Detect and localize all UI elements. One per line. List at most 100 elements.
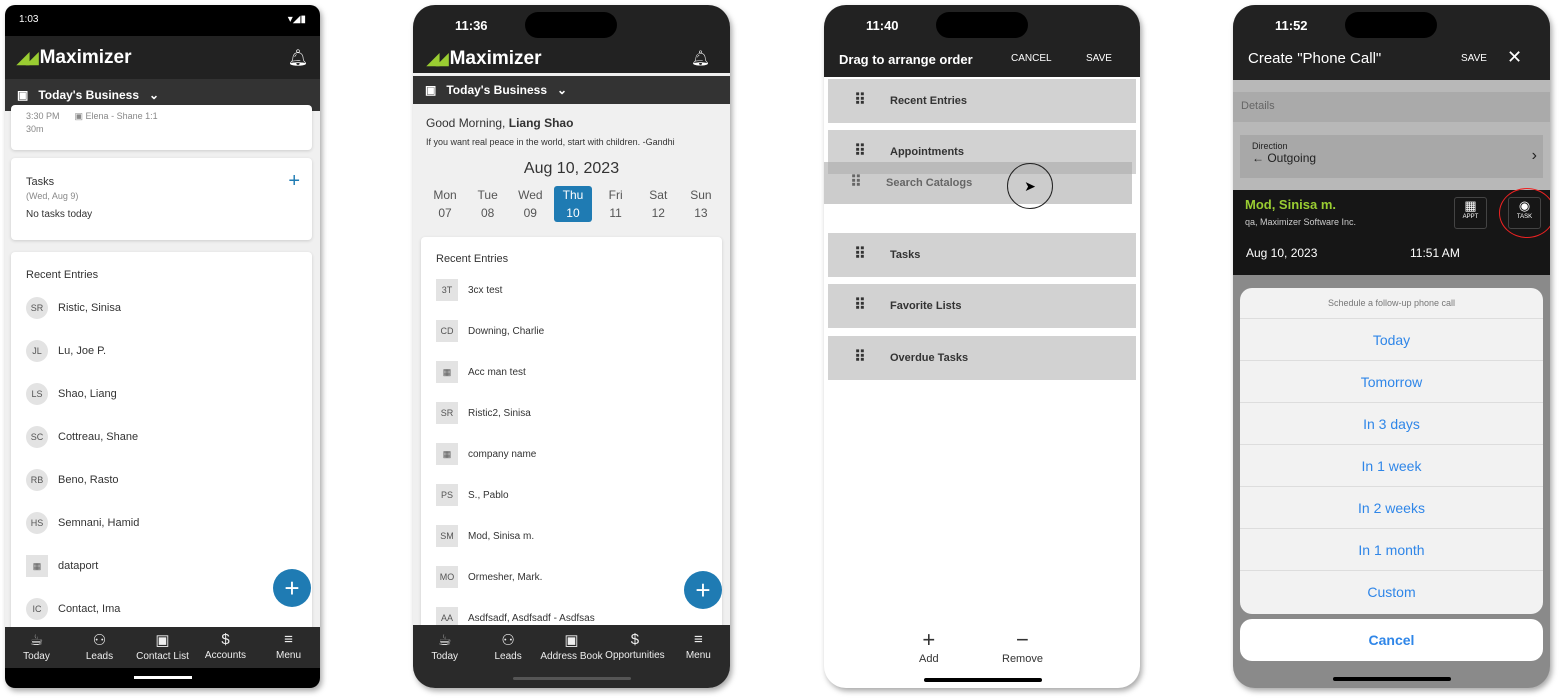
nav-leads[interactable]: ⚇ Leads	[68, 631, 131, 668]
list-item[interactable]: SC Cottreau, Shane	[26, 426, 138, 448]
dynamic-island	[525, 12, 617, 38]
list-item[interactable]: SR Ristic2, Sinisa	[436, 402, 531, 424]
current-date: Aug 10, 2023	[523, 160, 620, 177]
list-item[interactable]: JL Lu, Joe P.	[26, 340, 106, 362]
day-number: 10	[566, 206, 580, 220]
contact-name[interactable]: Mod, Sinisa m.	[1245, 197, 1336, 212]
list-item[interactable]: HS Semnani, Hamid	[26, 512, 139, 534]
day-tue[interactable]: Tue 08	[469, 186, 507, 222]
tasks-card: Tasks (Wed, Aug 9) No tasks today +	[11, 158, 312, 240]
entry-name: dataport	[58, 560, 99, 572]
nav-label: Menu	[685, 650, 711, 661]
day-fri[interactable]: Fri 11	[597, 186, 635, 222]
save-button[interactable]: SAVE	[1086, 53, 1112, 64]
list-item[interactable]: RB Beno, Rasto	[26, 469, 119, 491]
details-label: Details	[1233, 92, 1550, 122]
list-item[interactable]: ▦ Acc man test	[436, 361, 526, 383]
nav-today[interactable]: ☕︎ Today	[5, 631, 68, 668]
todays-business-dropdown[interactable]: ▣ Today's Business ⌄	[413, 76, 730, 104]
nav-today[interactable]: ☕︎ Today	[413, 631, 476, 688]
add-fab[interactable]: +	[273, 569, 311, 607]
option-today[interactable]: Today	[1240, 318, 1543, 360]
remove-button[interactable]: − Remove	[1002, 627, 1043, 665]
drag-handle-icon: ⠿	[854, 246, 866, 263]
nav-label: Accounts	[204, 650, 247, 661]
appt-button[interactable]: ▦ APPT	[1454, 197, 1487, 229]
cancel-button[interactable]: CANCEL	[1011, 53, 1052, 64]
option-in-1-week[interactable]: In 1 week	[1240, 444, 1543, 486]
arrange-item[interactable]: ⠿ Tasks	[828, 233, 1136, 277]
nav-menu[interactable]: ≡ Menu	[257, 631, 320, 668]
entry-name: Contact, Ima	[58, 603, 121, 615]
arrange-item[interactable]: ⠿ Favorite Lists	[828, 284, 1136, 328]
avatar: PS	[436, 484, 458, 506]
list-item[interactable]: ▦ dataport	[26, 555, 98, 577]
list-item[interactable]: CD Downing, Charlie	[436, 320, 544, 342]
dynamic-island	[936, 12, 1028, 38]
option-tomorrow[interactable]: Tomorrow	[1240, 360, 1543, 402]
list-item[interactable]: SR Ristic, Sinisa	[26, 297, 121, 319]
add-button[interactable]: + Add	[919, 627, 939, 665]
nav-icon: $	[221, 631, 230, 648]
avatar: ▦	[436, 443, 458, 465]
nav-label: Contact List	[136, 651, 189, 662]
chevron-down-icon: ⌄	[149, 88, 160, 102]
entry-name: Ristic, Sinisa	[58, 302, 121, 314]
day-name: Wed	[518, 188, 543, 202]
add-task-icon[interactable]: +	[288, 170, 300, 193]
dragging-item[interactable]: ⠿ Search Catalogs	[824, 162, 1132, 204]
close-icon[interactable]: ✕	[1507, 47, 1522, 68]
list-item[interactable]: LS Shao, Liang	[26, 383, 117, 405]
drag-handle-icon: ⠿	[854, 143, 866, 160]
bell-icon[interactable]: 🔔︎	[288, 48, 308, 68]
day-number: 12	[651, 206, 665, 220]
entry-name: 3cx test	[468, 284, 503, 296]
day-sun[interactable]: Sun 13	[682, 186, 720, 222]
day-sat[interactable]: Sat 12	[639, 186, 677, 222]
list-item[interactable]: SM Mod, Sinisa m.	[436, 525, 534, 547]
nav-icon: ≡	[284, 631, 293, 648]
entry-name: Lu, Joe P.	[58, 345, 107, 357]
chevron-down-icon: ⌄	[557, 83, 568, 97]
call-date[interactable]: Aug 10, 2023	[1246, 246, 1317, 260]
day-name: Fri	[608, 188, 623, 202]
home-indicator	[1333, 677, 1451, 681]
list-item[interactable]: PS S., Pablo	[436, 484, 509, 506]
nav-label: Leads	[494, 651, 522, 662]
add-fab[interactable]: +	[684, 571, 722, 609]
cancel-button[interactable]: Cancel	[1240, 619, 1543, 661]
appointment-card[interactable]: 3:30 PM ▣ Elena - Shane 1:1 30m	[11, 105, 312, 150]
save-button[interactable]: SAVE	[1461, 53, 1487, 64]
list-item[interactable]: MO Ormesher, Mark.	[436, 566, 542, 588]
nav-icon: ≡	[693, 631, 703, 648]
bell-icon[interactable]: 🔔︎	[691, 49, 710, 67]
day-mon[interactable]: Mon 07	[426, 186, 464, 222]
entry-name: company name	[468, 448, 537, 460]
day-thu[interactable]: Thu 10	[553, 186, 592, 222]
list-item[interactable]: ▦ company name	[436, 443, 536, 465]
nav-contact-list[interactable]: ▣ Contact List	[131, 631, 194, 668]
entry-name: Acc man test	[468, 366, 526, 378]
nav-icon: ⚇	[501, 632, 515, 649]
list-item[interactable]: IC Contact, Ima	[26, 598, 120, 620]
entry-name: Cottreau, Shane	[58, 431, 139, 443]
arrange-item[interactable]: ⠿ Recent Entries	[828, 79, 1136, 123]
calendar-icon: ▣	[17, 88, 29, 102]
nav-accounts[interactable]: $ Accounts	[194, 631, 257, 668]
no-tasks-text: No tasks today	[26, 209, 93, 220]
status-bar: 1:03 ▾◢▮	[5, 5, 320, 36]
option-in-1-month[interactable]: In 1 month	[1240, 528, 1543, 570]
arrange-item[interactable]: ⠿ Overdue Tasks	[828, 336, 1136, 380]
app-header: ◢◢ Maximizer 🔔︎	[5, 36, 320, 79]
nav-menu[interactable]: ≡ Menu	[667, 631, 730, 688]
option-in-2-weeks[interactable]: In 2 weeks	[1240, 486, 1543, 528]
direction-field[interactable]: Direction ← Outgoing ›	[1240, 135, 1543, 178]
iphone-create-call: 11:52 Create "Phone Call" SAVE ✕ Details…	[1233, 5, 1550, 688]
call-time[interactable]: 11:51 AM	[1410, 246, 1460, 260]
entry-name: Beno, Rasto	[58, 474, 119, 486]
option-custom[interactable]: Custom	[1240, 570, 1543, 612]
option-in-3-days[interactable]: In 3 days	[1240, 402, 1543, 444]
list-item[interactable]: 3T 3cx test	[436, 279, 502, 301]
home-indicator	[513, 677, 631, 680]
day-wed[interactable]: Wed 09	[511, 186, 549, 222]
